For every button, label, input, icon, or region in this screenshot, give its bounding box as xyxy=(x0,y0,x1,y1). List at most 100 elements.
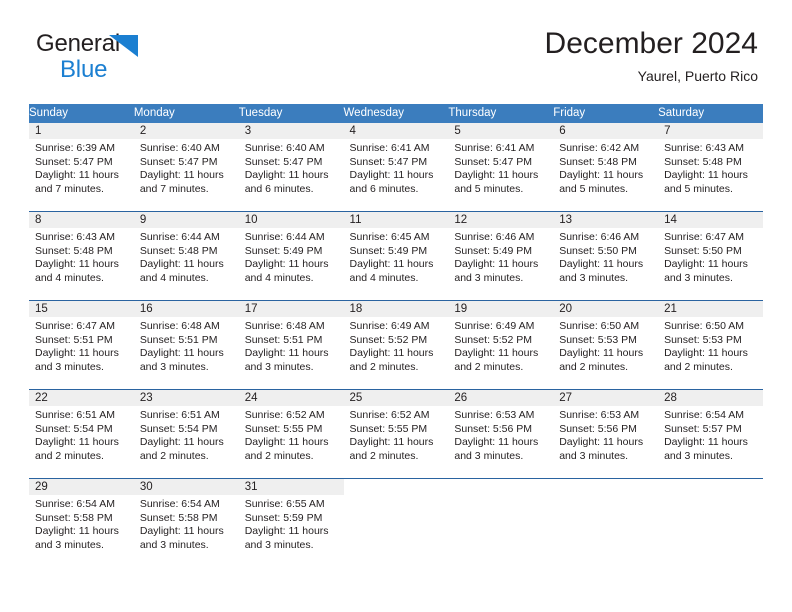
day-number: 19 xyxy=(448,301,554,317)
calendar-week-row: 1 Sunrise: 6:39 AM Sunset: 5:47 PM Daylight… xyxy=(29,123,763,212)
daylight-duration-line2: and 5 minutes. xyxy=(454,182,524,195)
sunrise-time: Sunrise: 6:53 AM xyxy=(454,409,535,421)
daylight-duration-line2: and 6 minutes. xyxy=(349,182,419,195)
calendar-day-cell[interactable]: 10 Sunrise: 6:44 AM Sunset: 5:49 PM Dayligh… xyxy=(238,211,344,301)
calendar-day-cell[interactable]: 26 Sunrise: 6:53 AM Sunset: 5:56 PM Dayligh… xyxy=(448,389,554,479)
day-cell-content: 29 Sunrise: 6:54 AM Sunset: 5:58 PM Dayligh… xyxy=(29,479,134,567)
calendar-page: General Blue December 2024 Yaurel, Puert… xyxy=(0,0,792,612)
daylight-duration-line2: and 3 minutes. xyxy=(35,538,104,551)
daylight-duration-line2: and 2 minutes. xyxy=(35,449,104,462)
sunset-time: Sunset: 5:49 PM xyxy=(244,244,323,257)
calendar-day-cell[interactable]: 4 Sunrise: 6:41 AM Sunset: 5:47 PM Daylight… xyxy=(343,123,449,212)
day-sun-info xyxy=(553,495,658,498)
day-number: 7 xyxy=(658,123,763,139)
day-cell-content: 16 Sunrise: 6:48 AM Sunset: 5:51 PM Dayligh… xyxy=(133,301,239,389)
calendar-day-cell[interactable]: 14 Sunrise: 6:47 AM Sunset: 5:50 PM Dayligh… xyxy=(658,211,763,301)
calendar-day-cell[interactable]: 8 Sunrise: 6:43 AM Sunset: 5:48 PM Daylight… xyxy=(29,211,134,301)
calendar-day-cell[interactable]: 2 Sunrise: 6:40 AM Sunset: 5:47 PM Daylight… xyxy=(133,123,239,212)
calendar-day-cell[interactable]: 12 Sunrise: 6:46 AM Sunset: 5:49 PM Dayligh… xyxy=(448,211,554,301)
daylight-duration-line2: and 4 minutes. xyxy=(139,271,209,284)
weekday-header-friday: Friday xyxy=(553,104,659,123)
daylight-duration-line1: Daylight: 11 hours xyxy=(35,169,119,182)
day-sun-info: Sunrise: 6:43 AM Sunset: 5:48 PM Daylight:… xyxy=(658,139,763,196)
day-number: 2 xyxy=(133,123,239,139)
sunrise-time: Sunrise: 6:44 AM xyxy=(139,231,220,243)
daylight-duration-line1: Daylight: 11 hours xyxy=(559,347,644,360)
day-sun-info: Sunrise: 6:39 AM Sunset: 5:47 PM Daylight:… xyxy=(29,139,134,196)
day-number: 12 xyxy=(448,212,554,228)
day-cell-content: 19 Sunrise: 6:49 AM Sunset: 5:52 PM Dayligh… xyxy=(448,301,554,389)
daylight-duration-line1: Daylight: 11 hours xyxy=(454,436,539,449)
calendar-day-cell[interactable]: 22 Sunrise: 6:51 AM Sunset: 5:54 PM Dayligh… xyxy=(29,389,134,479)
day-cell-content: 6 Sunrise: 6:42 AM Sunset: 5:48 PM Daylight… xyxy=(553,123,659,211)
day-sun-info: Sunrise: 6:43 AM Sunset: 5:48 PM Daylight:… xyxy=(29,228,134,285)
daylight-duration-line2: and 2 minutes. xyxy=(454,360,524,373)
calendar-day-cell[interactable]: 11 Sunrise: 6:45 AM Sunset: 5:49 PM Dayligh… xyxy=(343,211,449,301)
daylight-duration-line2: and 7 minutes. xyxy=(139,182,209,195)
daylight-duration-line2: and 2 minutes. xyxy=(349,360,419,373)
daylight-duration-line1: Daylight: 11 hours xyxy=(35,436,119,449)
calendar-day-cell[interactable]: 27 Sunrise: 6:53 AM Sunset: 5:56 PM Dayligh… xyxy=(553,389,659,479)
day-number: 3 xyxy=(238,123,344,139)
calendar-day-cell[interactable]: 1 Sunrise: 6:39 AM Sunset: 5:47 PM Daylight… xyxy=(29,123,134,212)
calendar-day-cell[interactable]: 31 Sunrise: 6:55 AM Sunset: 5:59 PM Dayligh… xyxy=(238,478,344,567)
calendar-day-cell[interactable]: 13 Sunrise: 6:46 AM Sunset: 5:50 PM Dayligh… xyxy=(553,211,659,301)
daylight-duration-line1: Daylight: 11 hours xyxy=(559,436,644,449)
sunrise-time: Sunrise: 6:53 AM xyxy=(559,409,640,421)
day-cell-content: 2 Sunrise: 6:40 AM Sunset: 5:47 PM Daylight… xyxy=(133,123,239,211)
sunset-time: Sunset: 5:57 PM xyxy=(664,422,742,435)
brand-logo[interactable]: General Blue xyxy=(36,30,236,86)
sunset-time: Sunset: 5:51 PM xyxy=(35,333,113,346)
sunrise-time: Sunrise: 6:50 AM xyxy=(664,320,745,332)
day-number: 6 xyxy=(553,123,659,139)
daylight-duration-line2: and 3 minutes. xyxy=(559,449,629,462)
calendar-day-cell[interactable]: 5 Sunrise: 6:41 AM Sunset: 5:47 PM Daylight… xyxy=(448,123,554,212)
calendar-day-cell[interactable]: 18 Sunrise: 6:49 AM Sunset: 5:52 PM Dayligh… xyxy=(343,300,449,390)
calendar-day-cell[interactable]: 15 Sunrise: 6:47 AM Sunset: 5:51 PM Dayligh… xyxy=(29,300,134,390)
calendar-day-cell[interactable]: 28 Sunrise: 6:54 AM Sunset: 5:57 PM Dayligh… xyxy=(658,389,763,479)
sunset-time: Sunset: 5:50 PM xyxy=(559,244,637,257)
daylight-duration-line1: Daylight: 11 hours xyxy=(139,169,224,182)
day-cell-content: 18 Sunrise: 6:49 AM Sunset: 5:52 PM Dayligh… xyxy=(343,301,449,389)
calendar-day-cell[interactable]: 6 Sunrise: 6:42 AM Sunset: 5:48 PM Daylight… xyxy=(553,123,659,212)
calendar-day-cell[interactable]: 30 Sunrise: 6:54 AM Sunset: 5:58 PM Dayligh… xyxy=(133,478,239,567)
calendar-day-cell[interactable]: 16 Sunrise: 6:48 AM Sunset: 5:51 PM Dayligh… xyxy=(133,300,239,390)
day-number: 5 xyxy=(448,123,554,139)
daylight-duration-line1: Daylight: 11 hours xyxy=(244,347,329,360)
day-number: 23 xyxy=(133,390,239,406)
sunset-time: Sunset: 5:47 PM xyxy=(139,155,218,168)
daylight-duration-line1: Daylight: 11 hours xyxy=(559,169,644,182)
daylight-duration-line2: and 2 minutes. xyxy=(349,449,419,462)
sunrise-time: Sunrise: 6:49 AM xyxy=(349,320,430,332)
calendar-week-row: 8 Sunrise: 6:43 AM Sunset: 5:48 PM Daylight… xyxy=(29,211,763,301)
day-sun-info: Sunrise: 6:48 AM Sunset: 5:51 PM Daylight:… xyxy=(134,317,239,374)
daylight-duration-line2: and 4 minutes. xyxy=(35,271,104,284)
day-sun-info: Sunrise: 6:51 AM Sunset: 5:54 PM Daylight:… xyxy=(134,406,239,463)
sunset-time: Sunset: 5:47 PM xyxy=(244,155,323,168)
sunset-time: Sunset: 5:58 PM xyxy=(139,511,218,524)
calendar-day-cell[interactable]: 29 Sunrise: 6:54 AM Sunset: 5:58 PM Dayligh… xyxy=(29,478,134,567)
day-number: 25 xyxy=(343,390,449,406)
day-number: 11 xyxy=(343,212,449,228)
weekday-header-wednesday: Wednesday xyxy=(343,104,449,123)
day-sun-info: Sunrise: 6:54 AM Sunset: 5:58 PM Daylight:… xyxy=(29,495,134,552)
day-sun-info: Sunrise: 6:55 AM Sunset: 5:59 PM Daylight:… xyxy=(239,495,344,552)
calendar-day-cell[interactable]: 24 Sunrise: 6:52 AM Sunset: 5:55 PM Dayligh… xyxy=(238,389,344,479)
daylight-duration-line1: Daylight: 11 hours xyxy=(664,258,748,271)
day-number: 28 xyxy=(658,390,763,406)
sunset-time: Sunset: 5:51 PM xyxy=(139,333,218,346)
calendar-day-cell[interactable]: 21 Sunrise: 6:50 AM Sunset: 5:53 PM Dayligh… xyxy=(658,300,763,390)
calendar-day-cell[interactable]: 9 Sunrise: 6:44 AM Sunset: 5:48 PM Daylight… xyxy=(133,211,239,301)
calendar-day-cell[interactable]: 17 Sunrise: 6:48 AM Sunset: 5:51 PM Dayligh… xyxy=(238,300,344,390)
calendar-day-cell[interactable]: 19 Sunrise: 6:49 AM Sunset: 5:52 PM Dayligh… xyxy=(448,300,554,390)
sunset-time: Sunset: 5:55 PM xyxy=(349,422,428,435)
daylight-duration-line2: and 2 minutes. xyxy=(244,449,314,462)
sunset-time: Sunset: 5:48 PM xyxy=(664,155,742,168)
calendar-day-cell[interactable]: 7 Sunrise: 6:43 AM Sunset: 5:48 PM Daylight… xyxy=(658,123,763,212)
calendar-day-cell[interactable]: 20 Sunrise: 6:50 AM Sunset: 5:53 PM Dayligh… xyxy=(553,300,659,390)
calendar-day-cell[interactable]: 25 Sunrise: 6:52 AM Sunset: 5:55 PM Dayligh… xyxy=(343,389,449,479)
calendar-day-cell[interactable]: 23 Sunrise: 6:51 AM Sunset: 5:54 PM Dayligh… xyxy=(133,389,239,479)
calendar-day-cell[interactable]: 3 Sunrise: 6:40 AM Sunset: 5:47 PM Daylight… xyxy=(238,123,344,212)
day-cell-content: 30 Sunrise: 6:54 AM Sunset: 5:58 PM Dayligh… xyxy=(133,479,239,567)
day-sun-info: Sunrise: 6:52 AM Sunset: 5:55 PM Daylight:… xyxy=(239,406,344,463)
